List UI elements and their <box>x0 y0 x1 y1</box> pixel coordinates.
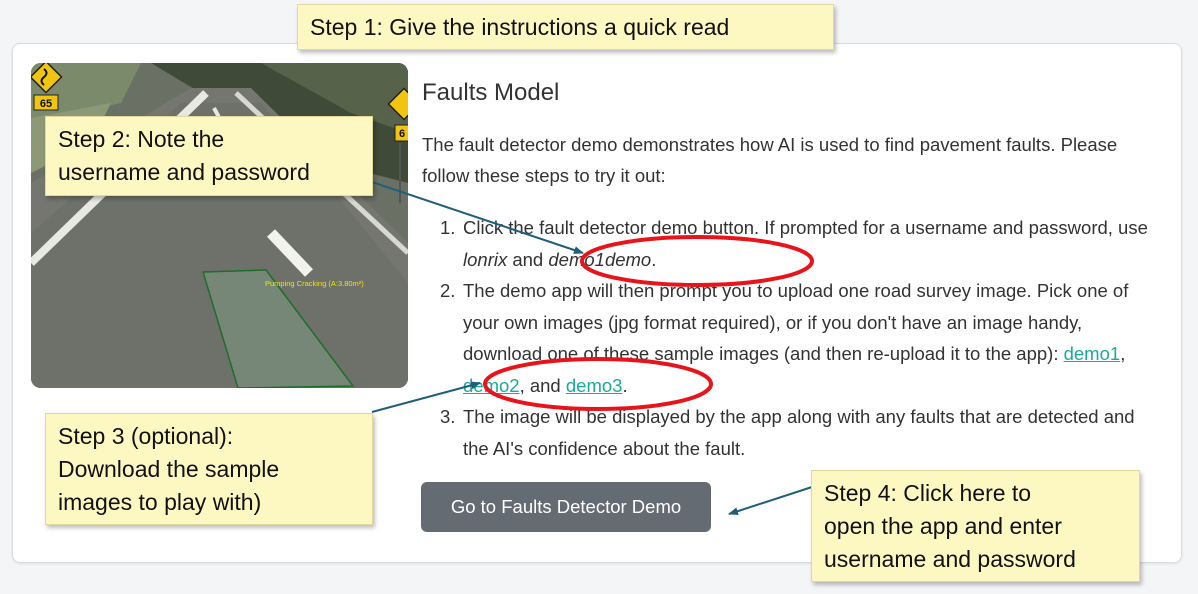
callout-line: images to play with) <box>58 489 262 515</box>
step2-callout: Step 2: Note the username and password <box>45 116 373 196</box>
step-text: The image will be displayed by the app a… <box>463 406 1135 459</box>
callout-line: Step 4: Click here to <box>824 480 1032 506</box>
speed-sign-65: 65 <box>40 98 52 110</box>
page-title: Faults Model <box>422 79 560 106</box>
list-item: 1. Click the fault detector demo button.… <box>440 212 1150 275</box>
step3-callout: Step 3 (optional): Download the sample i… <box>45 413 373 525</box>
demo2-link[interactable]: demo2 <box>463 375 520 396</box>
step-number: 1. <box>440 217 456 238</box>
step-text: . <box>622 374 628 396</box>
step4-callout: Step 4: Click here to open the app and e… <box>811 470 1140 582</box>
callout-line: open the app and enter <box>824 513 1062 539</box>
callout-line: Step 3 (optional): <box>58 423 234 449</box>
callout-line: username and password <box>824 546 1076 572</box>
password-value: demo1demo <box>548 248 652 270</box>
intro-text: The fault detector demo demonstrates how… <box>422 134 1118 186</box>
step-text: Click the fault detector demo button. If… <box>463 217 1148 238</box>
step-text: and <box>507 248 549 270</box>
step-number: 2. <box>440 280 456 301</box>
username-value: lonrix <box>463 248 508 270</box>
callout-line: username and password <box>58 159 310 185</box>
faults-detector-demo-button[interactable]: Go to Faults Detector Demo <box>421 482 711 532</box>
step1-callout: Step 1: Give the instructions a quick re… <box>297 4 834 50</box>
list-item: 3. The image will be displayed by the ap… <box>440 401 1150 464</box>
instruction-steps: 1. Click the fault detector demo button.… <box>440 212 1150 464</box>
demo1-link[interactable]: demo1 <box>1064 343 1121 364</box>
step-text: , <box>1120 343 1126 364</box>
callout-line: Step 2: Note the <box>58 126 225 152</box>
step-text: The demo app will then prompt you to upl… <box>463 280 1129 364</box>
step-text: . <box>651 248 657 270</box>
callout-line: Step 1: Give the instructions a quick re… <box>310 14 730 40</box>
road-survey-image: 65 6 Pumping Cracking (A:3.80m²) <box>31 63 408 388</box>
speed-sign-right: 6 <box>399 128 405 140</box>
list-item: 2. The demo app will then prompt you to … <box>440 275 1150 401</box>
step-text: , and <box>519 374 566 396</box>
step-number: 3. <box>440 406 456 427</box>
demo3-link[interactable]: demo3 <box>566 375 623 396</box>
callout-line: Download the sample <box>58 456 280 482</box>
detection-label: Pumping Cracking (A:3.80m²) <box>265 279 364 288</box>
